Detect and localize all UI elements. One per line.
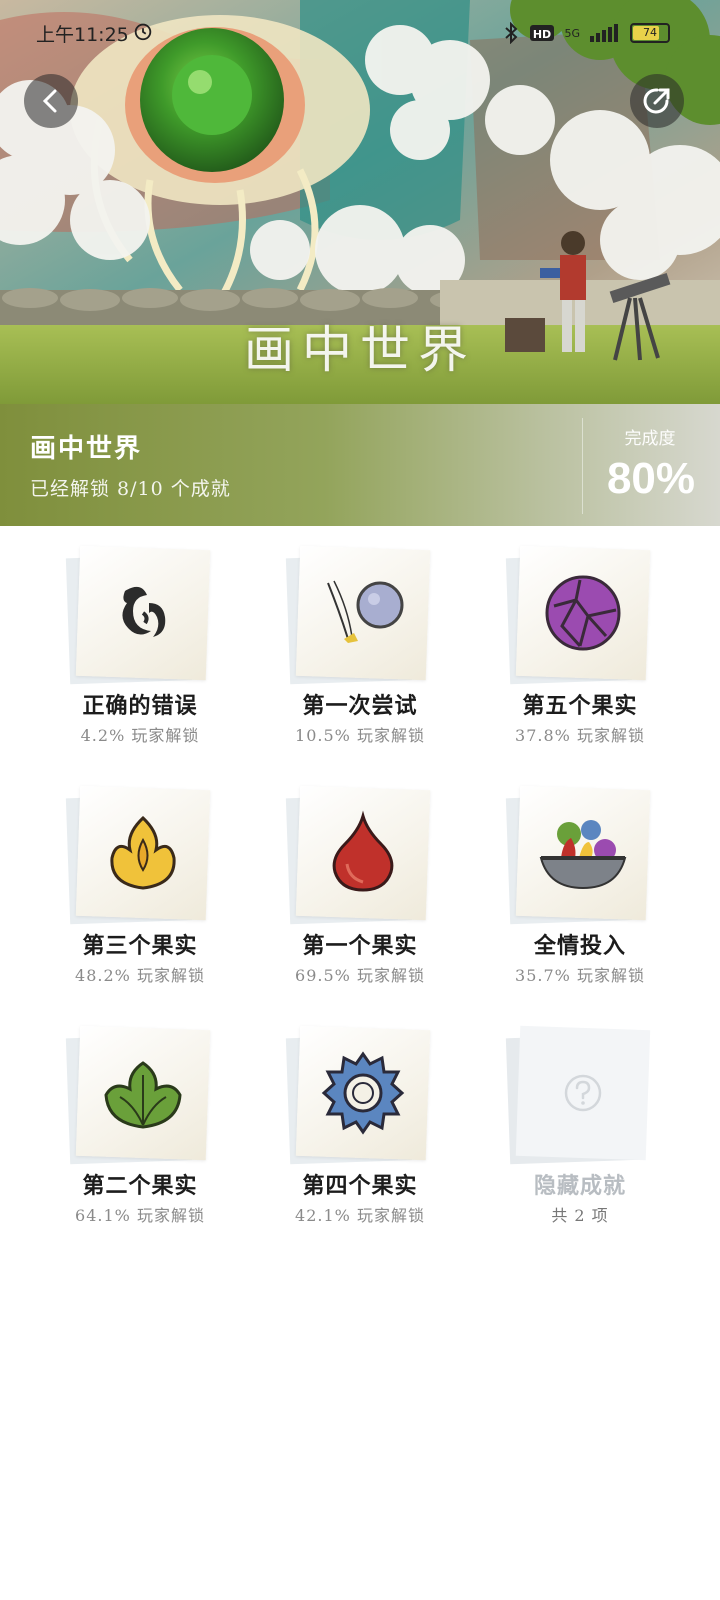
- achievement-summary: 画中世界 已经解锁 8/10 个成就 完成度 80%: [0, 404, 720, 526]
- achievement-name: 隐藏成就: [533, 1173, 626, 1199]
- signal-icon: [590, 24, 618, 42]
- purple-fruit-icon: [545, 575, 621, 651]
- hidden-count: 共 2 项: [551, 1206, 609, 1225]
- unlock-rate: 42.1% 玩家解锁: [295, 1206, 425, 1225]
- achievement-card[interactable]: 第四个果实 42.1% 玩家解锁: [250, 1025, 470, 1268]
- fruit-bowl-icon: [539, 820, 627, 890]
- hero-banner: 画中世界 上午11:25 HD 5G 74: [0, 0, 720, 404]
- alarm-icon: [134, 23, 152, 41]
- blue-gear-fruit-icon: [321, 1051, 405, 1135]
- achievement-name: 第二个果实: [82, 1173, 198, 1199]
- achievement-card[interactable]: 第三个果实 48.2% 玩家解锁: [30, 785, 250, 1028]
- divider: [582, 418, 583, 514]
- achievement-tile: [295, 545, 431, 681]
- unlock-rate: 37.8% 玩家解锁: [515, 726, 645, 745]
- achievement-card[interactable]: 第一次尝试 10.5% 玩家解锁: [250, 545, 470, 788]
- svg-text:HD: HD: [533, 28, 551, 41]
- red-drop-fruit-icon: [332, 810, 394, 892]
- status-icons: HD 5G 74: [502, 22, 670, 44]
- unlock-rate: 69.5% 玩家解锁: [295, 966, 425, 985]
- battery-icon: 74: [630, 23, 670, 43]
- unlock-rate: 48.2% 玩家解锁: [75, 966, 205, 985]
- thrown-ball-icon: [327, 580, 404, 643]
- flame-fruit-icon: [110, 815, 176, 890]
- share-icon: [643, 88, 670, 114]
- achievement-name: 正确的错误: [82, 693, 198, 719]
- achievement-card[interactable]: 第五个果实 37.8% 玩家解锁: [470, 545, 690, 788]
- share-button[interactable]: [630, 74, 684, 128]
- chevron-left-icon: [42, 89, 57, 113]
- achievement-tile: [515, 545, 651, 681]
- swirl-glyph-icon: [122, 586, 166, 637]
- unlock-rate: 10.5% 玩家解锁: [295, 726, 425, 745]
- status-time: 上午11:25: [36, 24, 129, 46]
- achievement-tile: [515, 1025, 651, 1161]
- achievement-card[interactable]: 全情投入 35.7% 玩家解锁: [470, 785, 690, 1028]
- achievement-card[interactable]: 第一个果实 69.5% 玩家解锁: [250, 785, 470, 1028]
- achievement-name: 第一次尝试: [302, 693, 418, 719]
- hidden-achievement-card[interactable]: 隐藏成就 共 2 项: [470, 1025, 690, 1268]
- back-button[interactable]: [24, 74, 78, 128]
- green-leaf-fruit-icon: [104, 1061, 182, 1129]
- achievement-tile: [295, 1025, 431, 1161]
- achievement-tile: [295, 785, 431, 921]
- achievement-tile: [75, 545, 211, 681]
- achievement-card[interactable]: 第二个果实 64.1% 玩家解锁: [30, 1025, 250, 1268]
- completion-value: 80%: [606, 454, 696, 503]
- bluetooth-icon: [505, 22, 518, 44]
- battery-level: 74: [643, 26, 657, 39]
- network-type: 5G: [564, 26, 580, 40]
- achievement-tile: [75, 785, 211, 921]
- unlock-rate: 4.2% 玩家解锁: [80, 726, 200, 745]
- unlocked-count: 已经解锁 8/10 个成就: [30, 478, 231, 500]
- achievement-name: 第三个果实: [82, 933, 198, 959]
- achievement-name: 全情投入: [533, 933, 626, 959]
- achievement-name: 第一个果实: [302, 933, 418, 959]
- unlock-rate: 64.1% 玩家解锁: [75, 1206, 205, 1225]
- achievement-tile: [515, 785, 651, 921]
- completion-label: 完成度: [624, 429, 676, 449]
- achievement-tile: [75, 1025, 211, 1161]
- achievement-name: 第四个果实: [302, 1173, 418, 1199]
- achievement-card[interactable]: 正确的错误 4.2% 玩家解锁: [30, 545, 250, 788]
- hero-title-art: 画中世界: [244, 321, 476, 379]
- hd-icon: HD: [530, 25, 555, 41]
- achievement-name: 第五个果实: [522, 693, 638, 719]
- game-name: 画中世界: [30, 434, 143, 464]
- status-bar: 上午11:25 HD 5G 74: [0, 0, 720, 64]
- unlock-rate: 35.7% 玩家解锁: [515, 966, 645, 985]
- question-mark-icon: [564, 1074, 602, 1112]
